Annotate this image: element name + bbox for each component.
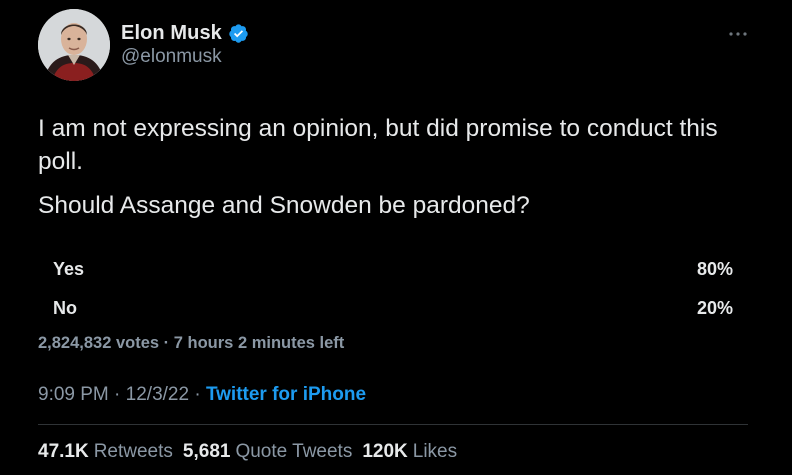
- quote-tweets-count: 5,681: [182, 441, 231, 462]
- divider: [38, 424, 748, 425]
- poll-votes-count: 2,824,832 votes: [38, 334, 160, 352]
- poll-meta: 2,824,832 votes · 7 hours 2 minutes left: [38, 334, 344, 353]
- poll-time-left: 7 hours 2 minutes left: [173, 334, 345, 352]
- tweet-timestamp-row: 9:09 PM · 12/3/22 · Twitter for iPhone: [38, 384, 366, 406]
- verified-badge-icon: [228, 23, 249, 44]
- tweet-date[interactable]: 12/3/22: [126, 384, 189, 405]
- poll-option-label: No: [53, 298, 77, 318]
- poll-option-no: No 20%: [38, 293, 748, 324]
- retweets-label: Retweets: [93, 441, 173, 462]
- tweet-paragraph: I am not expressing an opinion, but did …: [38, 115, 718, 175]
- tweet-source-link[interactable]: Twitter for iPhone: [206, 384, 366, 405]
- author-display-name[interactable]: Elon Musk: [121, 22, 222, 45]
- timestamp-separator: ·: [189, 384, 206, 405]
- quote-tweets-label: Quote Tweets: [235, 441, 353, 462]
- tweet-time[interactable]: 9:09 PM: [38, 384, 109, 405]
- avatar-image: [38, 9, 110, 81]
- poll-result-bar: [38, 254, 606, 285]
- likes-count: 120K: [362, 441, 408, 462]
- tweet-text: I am not expressing an opinion, but did …: [38, 112, 758, 222]
- more-options-icon[interactable]: [727, 26, 749, 36]
- retweets-stat[interactable]: 47.1K Retweets: [38, 441, 173, 463]
- author-handle[interactable]: @elonmusk: [121, 46, 222, 68]
- author-name-row[interactable]: Elon Musk: [121, 21, 249, 45]
- poll-option-yes: Yes 80%: [38, 254, 748, 285]
- retweets-count: 47.1K: [38, 441, 89, 462]
- likes-label: Likes: [412, 441, 458, 462]
- poll-option-percent: 20%: [696, 298, 733, 318]
- avatar[interactable]: [38, 9, 110, 81]
- poll-option-percent: 80%: [696, 259, 733, 279]
- timestamp-separator: ·: [108, 384, 126, 405]
- engagement-stats: 47.1K Retweets 5,681 Quote Tweets 120K Like…: [38, 441, 457, 463]
- quote-tweets-stat[interactable]: 5,681 Quote Tweets: [183, 441, 352, 463]
- poll-option-label: Yes: [53, 259, 85, 279]
- tweet-card: Elon Musk @elonmusk I am not expressing …: [0, 0, 792, 475]
- poll-meta-separator: ·: [159, 334, 174, 352]
- tweet-paragraph: Should Assange and Snowden be pardoned?: [38, 192, 530, 219]
- likes-stat[interactable]: 120K Likes: [362, 441, 457, 463]
- poll: Yes 80% No 20%: [38, 254, 748, 332]
